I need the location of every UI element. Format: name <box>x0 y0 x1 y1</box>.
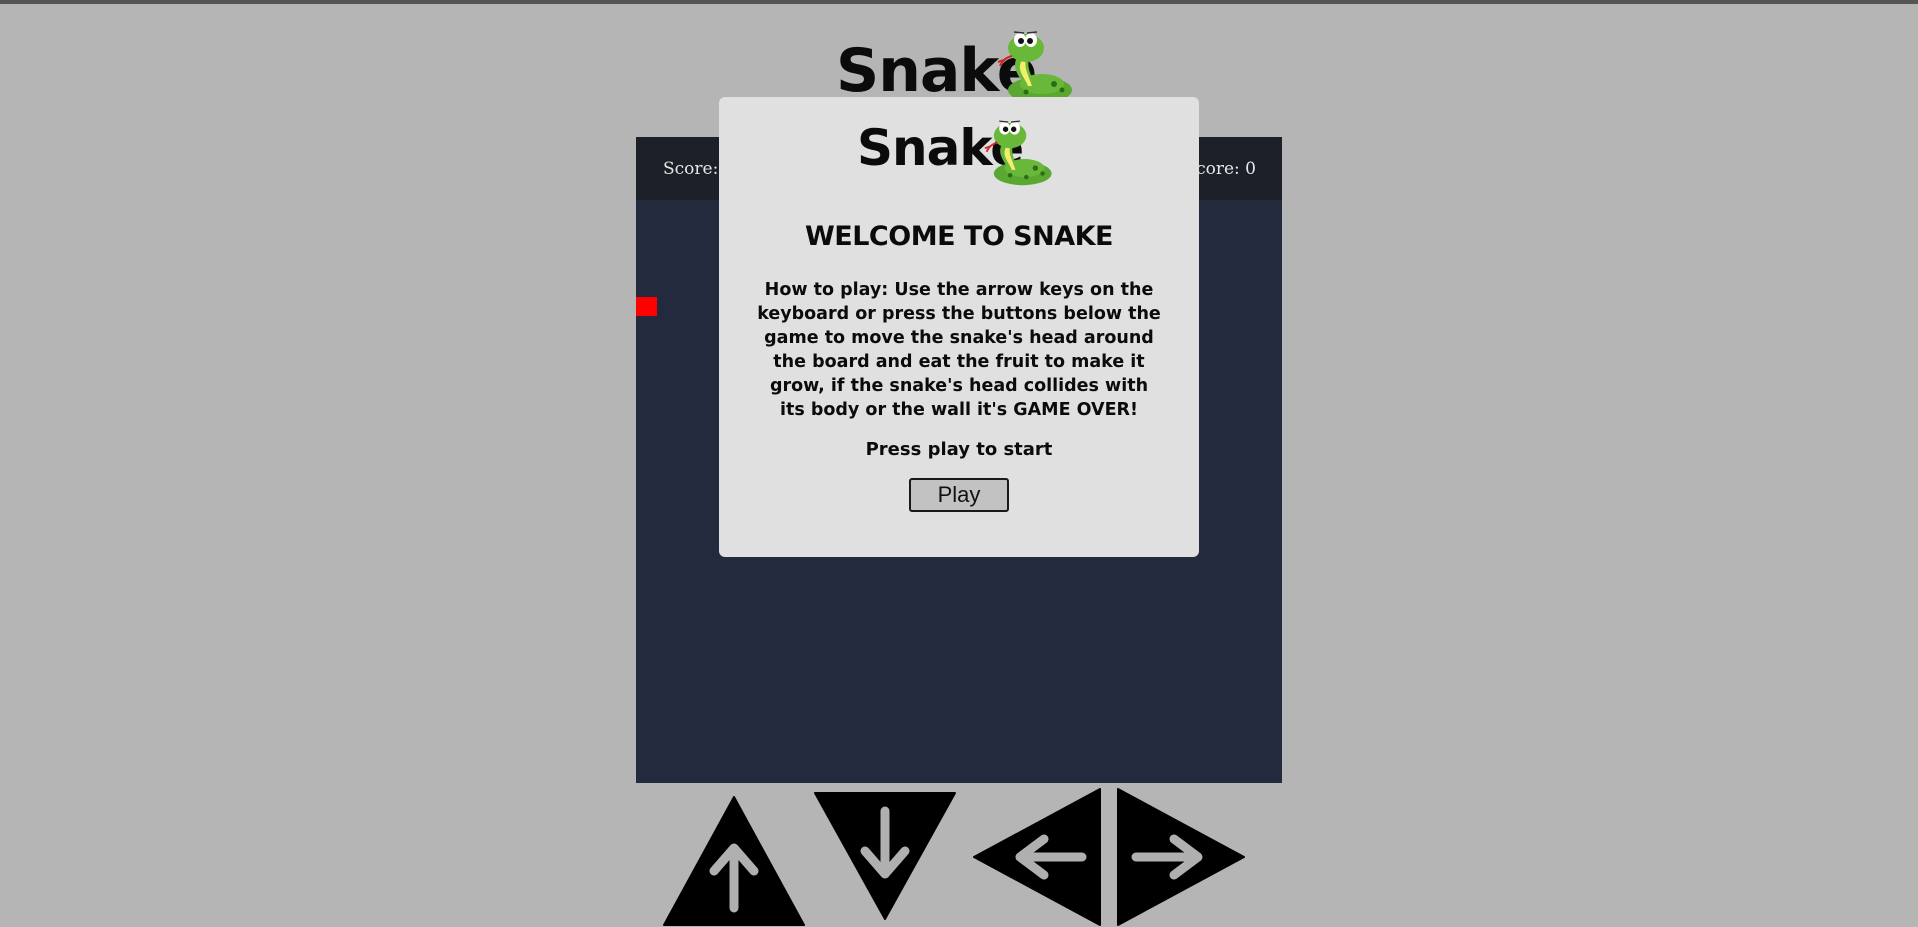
modal-heading: WELCOME TO SNAKE <box>805 221 1113 252</box>
arrow-up-icon <box>662 795 806 927</box>
welcome-modal: Snake WELCOME TO SNAKE How to play: Use … <box>719 97 1199 557</box>
instructions-text: How to play: Use the arrow keys on the k… <box>757 280 1161 420</box>
fruit <box>636 297 657 316</box>
right-arrow-button[interactable] <box>1116 787 1246 927</box>
play-button[interactable]: Play <box>909 478 1009 512</box>
arrow-down-icon <box>813 791 957 921</box>
up-arrow-button[interactable] <box>662 795 806 927</box>
snake-icon <box>996 24 1078 108</box>
arrow-right-icon <box>1116 787 1246 927</box>
left-arrow-button[interactable] <box>972 787 1102 927</box>
window-top-border <box>0 0 1918 4</box>
start-prompt: Press play to start <box>865 439 1053 460</box>
score-label: Score: <box>663 159 719 179</box>
snake-icon <box>983 107 1057 197</box>
down-arrow-button[interactable] <box>813 791 957 921</box>
arrow-left-icon <box>972 787 1102 927</box>
